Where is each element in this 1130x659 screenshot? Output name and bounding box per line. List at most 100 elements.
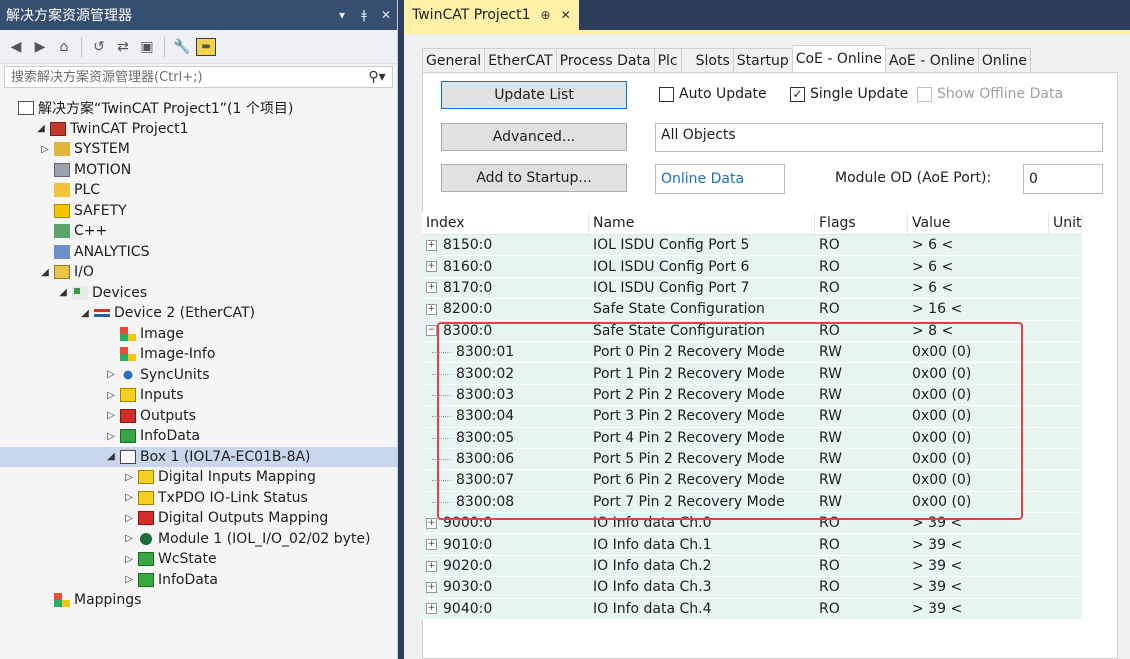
search-box[interactable]: ⚲▾ xyxy=(4,66,393,88)
tab-general[interactable]: General xyxy=(422,48,486,72)
expand-arrow-icon[interactable]: ▷ xyxy=(104,431,118,442)
search-input[interactable] xyxy=(9,68,362,86)
table-row[interactable]: +8200:0 Safe State Configuration RO > 16 < xyxy=(422,299,1082,321)
column-header-value[interactable]: Value xyxy=(908,212,1049,234)
tree-item[interactable]: PLC xyxy=(38,180,100,200)
collapse-arrow-icon[interactable]: ◢ xyxy=(56,287,70,298)
tab-startup[interactable]: Startup xyxy=(732,48,793,72)
single-update-checkbox[interactable]: ✓ Single Update xyxy=(790,86,908,102)
table-row[interactable]: −8300:0 Safe State Configuration RO > 8 < xyxy=(422,320,1082,342)
tree-item[interactable]: ◢ Device 2 (EtherCAT) xyxy=(78,303,255,323)
tree-item[interactable]: ▷ TxPDO IO-Link Status xyxy=(122,488,308,508)
tree-item[interactable]: ▷ Digital Inputs Mapping xyxy=(122,467,316,487)
sync-icon[interactable]: ⇄ xyxy=(113,37,133,57)
expand-icon[interactable]: + xyxy=(426,560,437,572)
auto-update-box[interactable] xyxy=(659,86,674,102)
expand-icon[interactable]: + xyxy=(426,539,437,551)
tree-item[interactable]: ▷ SYSTEM xyxy=(38,139,130,159)
back-icon[interactable]: ◀ xyxy=(6,37,26,57)
dropdown-icon[interactable]: ▾ xyxy=(331,8,353,22)
table-row[interactable]: +8170:0 IOL ISDU Config Port 7 RO > 6 < xyxy=(422,277,1082,300)
update-list-button[interactable]: Update List xyxy=(441,81,627,109)
table-row[interactable]: 8300:01 Port 0 Pin 2 Recovery Mode RW 0x00 … xyxy=(422,341,1082,364)
column-header-name[interactable]: Name xyxy=(589,212,815,234)
expand-arrow-icon[interactable]: ▷ xyxy=(122,513,136,524)
table-row[interactable]: +8160:0 IOL ISDU Config Port 6 RO > 6 < xyxy=(422,256,1082,278)
table-row[interactable]: +9000:0 IO Info data Ch.0 RO > 39 < xyxy=(422,513,1082,535)
pin-icon[interactable]: ǂ xyxy=(353,8,375,22)
table-row[interactable]: 8300:08 Port 7 Pin 2 Recovery Mode RW 0x00 … xyxy=(422,491,1082,514)
tree-item[interactable]: ▷ SyncUnits xyxy=(104,365,209,385)
search-icon[interactable]: ⚲▾ xyxy=(362,69,392,85)
collapse-arrow-icon[interactable]: ◢ xyxy=(34,123,48,134)
collapse-arrow-icon[interactable]: ◢ xyxy=(104,451,118,462)
expand-icon[interactable]: + xyxy=(426,261,437,273)
close-icon[interactable]: ✕ xyxy=(375,8,397,22)
expand-icon[interactable]: + xyxy=(426,517,437,529)
tree-item[interactable]: Mappings xyxy=(38,590,141,610)
tree-item[interactable]: ▷ Inputs xyxy=(104,385,183,405)
expand-arrow-icon[interactable]: ▷ xyxy=(122,554,136,565)
properties-icon[interactable]: 🔧 xyxy=(172,37,192,57)
expand-arrow-icon[interactable]: ▷ xyxy=(104,390,118,401)
tree-item[interactable]: ◢ Devices xyxy=(56,283,147,303)
home-icon[interactable]: ⌂ xyxy=(54,37,74,57)
expand-arrow-icon[interactable]: ▷ xyxy=(104,410,118,421)
tree-item[interactable]: ◢ TwinCAT Project1 xyxy=(34,119,188,139)
tree-item[interactable]: C++ xyxy=(38,221,107,241)
column-header-index[interactable]: Index xyxy=(422,212,589,234)
column-header-flags[interactable]: Flags xyxy=(815,212,908,234)
expand-arrow-icon[interactable]: ▷ xyxy=(122,574,136,585)
tab-ethercat[interactable]: EtherCAT xyxy=(484,48,557,72)
column-header-unit[interactable]: Unit xyxy=(1049,212,1082,234)
expand-arrow-icon[interactable]: ▷ xyxy=(38,144,52,155)
expand-arrow-icon[interactable]: ▷ xyxy=(104,369,118,380)
collapse-icon[interactable]: − xyxy=(426,325,437,337)
table-row[interactable]: +8150:0 IOL ISDU Config Port 5 RO > 6 < xyxy=(422,235,1082,257)
table-row[interactable]: +9020:0 IO Info data Ch.2 RO > 39 < xyxy=(422,555,1082,578)
tab-aoe-online[interactable]: AoE - Online xyxy=(885,48,979,72)
tree-item[interactable]: 解决方案“TwinCAT Project1”(1 个项目) xyxy=(2,98,293,118)
expand-arrow-icon[interactable]: ▷ xyxy=(122,472,136,483)
expand-icon[interactable]: + xyxy=(426,239,437,251)
expand-icon[interactable]: + xyxy=(426,581,437,593)
table-row[interactable]: 8300:03 Port 2 Pin 2 Recovery Mode RW 0x00 … xyxy=(422,384,1082,407)
table-row[interactable]: 8300:07 Port 6 Pin 2 Recovery Mode RW 0x00 … xyxy=(422,470,1082,492)
object-filter-field[interactable]: All Objects xyxy=(655,123,1103,152)
tree-item[interactable]: ▷ Module 1 (IOL_I/O_02/02 byte) xyxy=(122,529,370,549)
tree-item[interactable]: MOTION xyxy=(38,160,131,180)
table-row[interactable]: +9010:0 IO Info data Ch.1 RO > 39 < xyxy=(422,534,1082,556)
collapse-arrow-icon[interactable]: ◢ xyxy=(78,308,92,319)
preview-icon[interactable]: ▬ xyxy=(196,37,216,56)
table-row[interactable]: +9040:0 IO Info data Ch.4 RO > 39 < xyxy=(422,598,1082,621)
tree-item[interactable]: ANALYTICS xyxy=(38,242,149,262)
expand-icon[interactable]: + xyxy=(426,303,437,315)
expand-arrow-icon[interactable]: ▷ xyxy=(122,492,136,503)
tree-item[interactable]: ▷ Outputs xyxy=(104,406,196,426)
tab-online[interactable]: Online xyxy=(977,48,1032,72)
table-row[interactable]: 8300:05 Port 4 Pin 2 Recovery Mode RW 0x00 … xyxy=(422,427,1082,449)
module-od-input[interactable]: 0 xyxy=(1023,164,1103,194)
table-row[interactable]: 8300:02 Port 1 Pin 2 Recovery Mode RW 0x00 … xyxy=(422,363,1082,385)
document-tab[interactable]: TwinCAT Project1 ⊕ ✕ xyxy=(404,0,579,30)
tree-item[interactable]: ◢ Box 1 (IOL7A-EC01B-8A) xyxy=(0,446,397,467)
tree-item[interactable]: SAFETY xyxy=(38,201,127,221)
tab-coe-online[interactable]: CoE - Online xyxy=(791,45,887,72)
history-icon[interactable]: ↺ xyxy=(89,37,109,57)
advanced-button[interactable]: Advanced... xyxy=(441,123,627,151)
collapse-all-icon[interactable]: ▣ xyxy=(137,37,157,57)
tree-item[interactable]: ◢ I/O xyxy=(38,262,94,282)
expand-arrow-icon[interactable]: ▷ xyxy=(122,533,136,544)
tab-plc[interactable]: Plc xyxy=(653,48,682,72)
tree-item[interactable]: ▷ InfoData xyxy=(122,570,218,590)
close-tab-icon[interactable]: ✕ xyxy=(561,8,571,22)
forward-icon[interactable]: ▶ xyxy=(30,37,50,57)
expand-icon[interactable]: + xyxy=(426,603,437,615)
tree-item[interactable]: Image-Info xyxy=(104,344,215,364)
expand-icon[interactable]: + xyxy=(426,282,437,294)
add-to-startup-button[interactable]: Add to Startup... xyxy=(441,164,627,192)
table-row[interactable]: 8300:06 Port 5 Pin 2 Recovery Mode RW 0x00 … xyxy=(422,448,1082,471)
tree-item[interactable]: Image xyxy=(104,324,184,344)
collapse-arrow-icon[interactable]: ◢ xyxy=(38,267,52,278)
tab-slots[interactable]: Slots xyxy=(680,48,734,72)
